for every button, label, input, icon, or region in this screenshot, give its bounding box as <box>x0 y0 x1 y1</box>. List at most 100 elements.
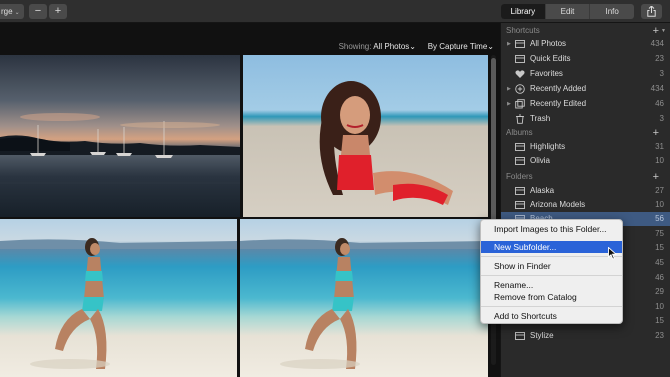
zoom-label: rge <box>1 7 13 16</box>
item-count: 10 <box>655 302 664 311</box>
albums-header: Albums <box>506 128 533 137</box>
trash-icon <box>516 114 524 124</box>
sidebar-item-recently-edited[interactable]: ▶ Recently Edited 46 <box>501 97 670 111</box>
showing-filter[interactable]: Showing: All Photos⌄ <box>339 42 416 51</box>
heart-icon <box>515 70 525 78</box>
item-count: 31 <box>655 142 664 151</box>
item-count: 46 <box>655 273 664 282</box>
sidebar-item-label: Arizona Models <box>530 200 586 209</box>
menu-item-show-in-finder[interactable]: Show in Finder <box>481 260 622 272</box>
menu-item-rename[interactable]: Rename... <box>481 279 622 291</box>
sort-dropdown[interactable]: By Capture Time⌄ <box>428 42 494 51</box>
album-icon <box>515 143 525 151</box>
zoom-select[interactable]: rge ⌄ <box>0 4 24 19</box>
sidebar-item-stylize[interactable]: Stylize 23 <box>501 329 670 343</box>
toolbar: rge ⌄ − + Library Edit Info <box>0 0 670 23</box>
tab-edit[interactable]: Edit <box>544 4 590 19</box>
sidebar-item-label: Recently Edited <box>530 99 587 108</box>
album-icon <box>515 157 525 165</box>
sidebar-item-quick-edits[interactable]: Quick Edits 23 <box>501 52 670 66</box>
sidebar-item-arizona-models[interactable]: Arizona Models 10 <box>501 198 670 212</box>
add-circle-icon <box>515 84 525 94</box>
add-folder-button[interactable]: + <box>653 171 659 183</box>
item-count: 23 <box>655 331 664 340</box>
chevron-down-icon: ⌄ <box>487 42 494 51</box>
menu-separator <box>481 275 622 276</box>
item-count: 29 <box>655 287 664 296</box>
disclosure-triangle-icon[interactable]: ▶ <box>507 97 511 111</box>
item-count: 15 <box>655 243 664 252</box>
sidebar-item-label: Olivia <box>530 156 551 165</box>
photo-thumbnail[interactable] <box>0 55 240 217</box>
chevron-down-icon: ⌄ <box>14 10 20 16</box>
photo-thumbnail[interactable] <box>0 219 237 377</box>
edit-layers-icon <box>515 99 525 109</box>
sidebar-item-label: Quick Edits <box>530 54 571 63</box>
share-button[interactable] <box>641 4 662 19</box>
add-shortcut-button[interactable]: + <box>653 25 659 37</box>
tab-info[interactable]: Info <box>589 4 634 19</box>
item-count: 46 <box>655 99 664 108</box>
sidebar-item-label: Stylize <box>530 331 554 340</box>
showing-label: Showing: <box>338 42 372 51</box>
menu-item-remove-from-catalog[interactable]: Remove from Catalog <box>481 291 622 303</box>
sidebar-item-alaska[interactable]: Alaska 27 <box>501 184 670 198</box>
sidebar-item-label: Favorites <box>530 69 563 78</box>
mode-tabs: Library Edit Info <box>501 4 634 19</box>
tab-library[interactable]: Library <box>501 4 545 19</box>
sidebar-item-label: All Photos <box>530 39 567 48</box>
folder-icon <box>515 201 525 209</box>
photo-thumbnail[interactable] <box>240 219 488 377</box>
sidebar-item-label: Trash <box>530 114 551 123</box>
sidebar-item-highlights[interactable]: Highlights 31 <box>501 140 670 154</box>
folders-header: Folders <box>506 172 533 181</box>
share-icon <box>647 6 656 17</box>
folder-icon <box>515 187 525 195</box>
item-count: 23 <box>655 54 664 63</box>
sidebar-item-favorites[interactable]: Favorites 3 <box>501 67 670 81</box>
chevron-down-icon[interactable]: ▼ <box>661 25 666 37</box>
zoom-out-button[interactable]: − <box>29 4 47 19</box>
sort-value: By Capture Time <box>427 42 488 51</box>
folder-context-menu: Import Images to this Folder... New Subf… <box>480 219 623 324</box>
sidebar-item-label: Recently Added <box>530 84 587 93</box>
menu-separator <box>481 256 622 257</box>
sailboat-harbor-image <box>0 113 240 184</box>
item-count: 56 <box>655 214 664 223</box>
item-count: 3 <box>659 114 664 123</box>
showing-value: All Photos <box>373 42 410 51</box>
photo-browser: Showing: All Photos⌄ By Capture Time⌄ <box>0 23 500 377</box>
item-count: 15 <box>655 316 664 325</box>
menu-item-import-images[interactable]: Import Images to this Folder... <box>481 223 622 235</box>
filter-bar: Showing: All Photos⌄ By Capture Time⌄ <box>0 23 500 54</box>
item-count: 10 <box>655 200 664 209</box>
photo-thumbnail[interactable] <box>243 55 488 217</box>
item-count: 10 <box>655 156 664 165</box>
menu-item-add-to-shortcuts[interactable]: Add to Shortcuts <box>481 310 622 322</box>
sidebar-item-trash[interactable]: Trash 3 <box>501 112 670 126</box>
beach-pose-image <box>240 238 488 369</box>
photos-icon <box>515 55 525 63</box>
sidebar-item-all-photos[interactable]: ▶ All Photos 434 <box>501 37 670 51</box>
shortcuts-header: Shortcuts <box>506 26 540 35</box>
item-count: 434 <box>650 39 664 48</box>
scrollbar-thumb[interactable] <box>491 58 496 228</box>
chevron-down-icon: ⌄ <box>409 42 416 51</box>
menu-separator <box>481 306 622 307</box>
sidebar-item-label: Highlights <box>530 142 566 151</box>
beach-pose-image <box>0 238 237 369</box>
disclosure-triangle-icon[interactable]: ▶ <box>507 37 511 51</box>
disclosure-triangle-icon[interactable]: ▶ <box>507 82 511 96</box>
mouse-cursor-icon <box>608 247 617 260</box>
item-count: 3 <box>659 69 664 78</box>
item-count: 45 <box>655 258 664 267</box>
beach-portrait-image <box>319 81 453 205</box>
menu-item-new-subfolder[interactable]: New Subfolder... <box>481 241 622 253</box>
sidebar-item-recently-added[interactable]: ▶ Recently Added 434 <box>501 82 670 96</box>
sidebar-item-label: Alaska <box>530 186 555 195</box>
zoom-in-button[interactable]: + <box>49 4 67 19</box>
add-album-button[interactable]: + <box>653 127 659 139</box>
photos-icon <box>515 40 525 48</box>
sidebar-item-olivia[interactable]: Olivia 10 <box>501 154 670 168</box>
item-count: 434 <box>650 84 664 93</box>
